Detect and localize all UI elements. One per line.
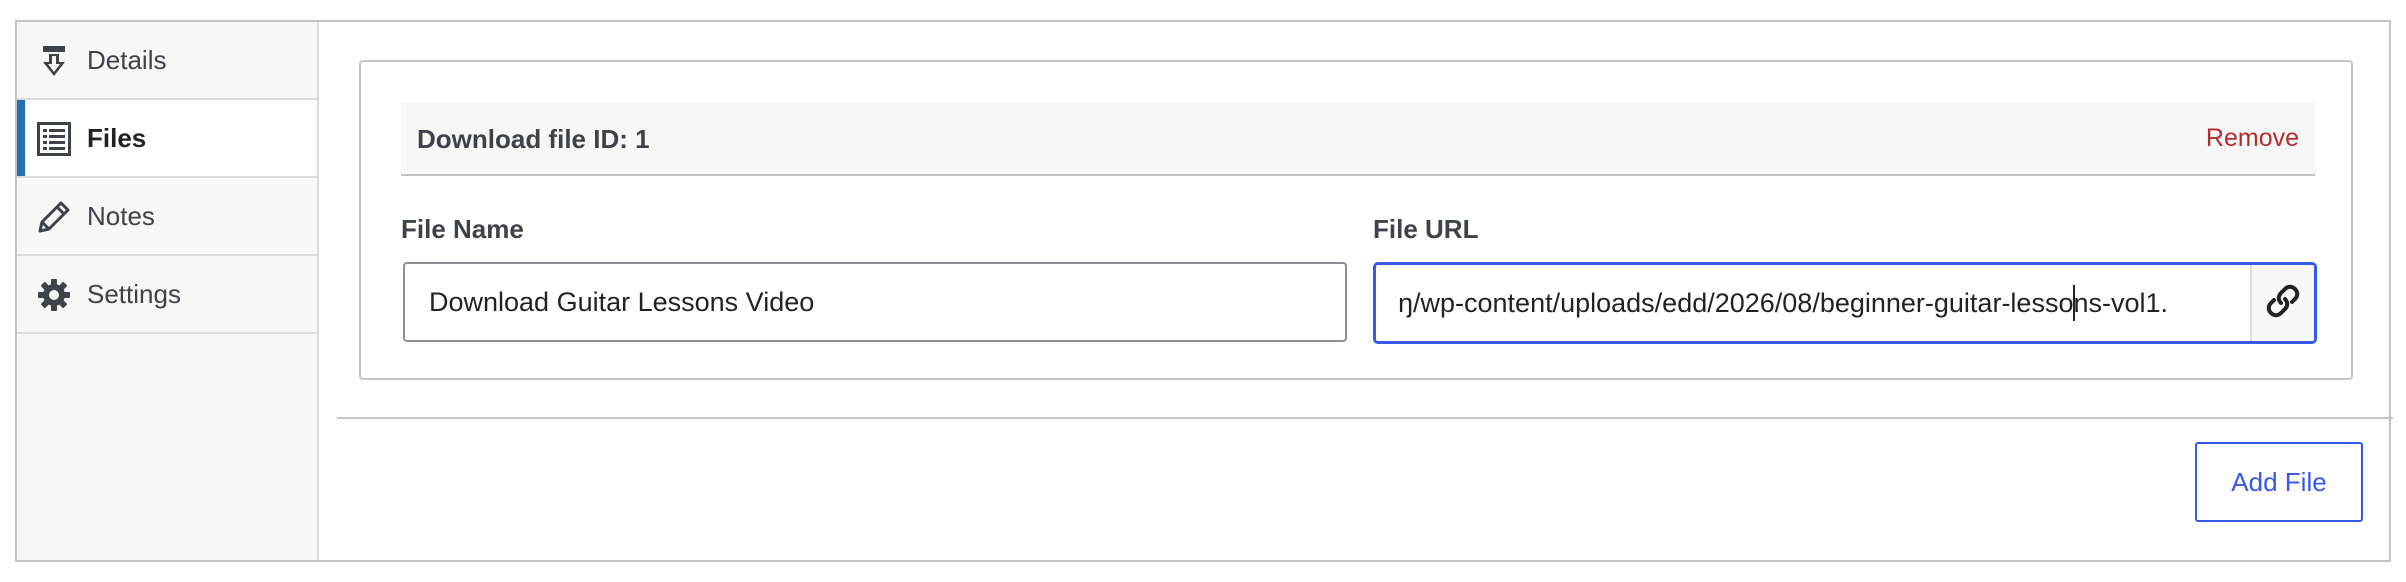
file-row-title: Download file ID: 1 bbox=[417, 124, 650, 154]
choose-file-button[interactable] bbox=[2250, 265, 2314, 341]
pencil-icon bbox=[37, 200, 71, 234]
list-icon bbox=[37, 122, 71, 156]
tab-files-label: Files bbox=[87, 122, 147, 153]
file-name-input[interactable] bbox=[403, 262, 1347, 342]
file-name-label: File Name bbox=[401, 214, 524, 244]
download-files-panel: Details Files Notes Settings Download fi… bbox=[15, 20, 2393, 562]
tab-notes-label: Notes bbox=[87, 200, 155, 231]
link-icon bbox=[2266, 284, 2300, 323]
download-file-row: Download file ID: 1 Remove File Name Fil… bbox=[359, 60, 2353, 380]
remove-file-link[interactable]: Remove bbox=[2206, 124, 2299, 153]
tab-settings-label: Settings bbox=[87, 278, 181, 309]
tab-details-label: Details bbox=[87, 44, 167, 75]
tab-settings[interactable]: Settings bbox=[17, 256, 317, 334]
file-url-label: File URL bbox=[1373, 214, 1479, 244]
text-caret bbox=[2073, 285, 2075, 321]
sidebar: Details Files Notes Settings bbox=[17, 22, 319, 560]
section-divider bbox=[337, 417, 2393, 419]
file-row-header: Download file ID: 1 Remove bbox=[401, 102, 2315, 176]
download-arrow-icon bbox=[37, 44, 71, 78]
tab-details[interactable]: Details bbox=[17, 22, 317, 100]
file-url-value: ŋ/wp-content/uploads/edd/2026/08/beginne… bbox=[1398, 288, 2169, 318]
file-url-input[interactable]: ŋ/wp-content/uploads/edd/2026/08/beginne… bbox=[1373, 262, 2317, 344]
tab-notes[interactable]: Notes bbox=[17, 178, 317, 256]
add-file-button[interactable]: Add File bbox=[2195, 442, 2363, 522]
gear-icon bbox=[37, 278, 71, 312]
tab-files[interactable]: Files bbox=[17, 100, 317, 178]
